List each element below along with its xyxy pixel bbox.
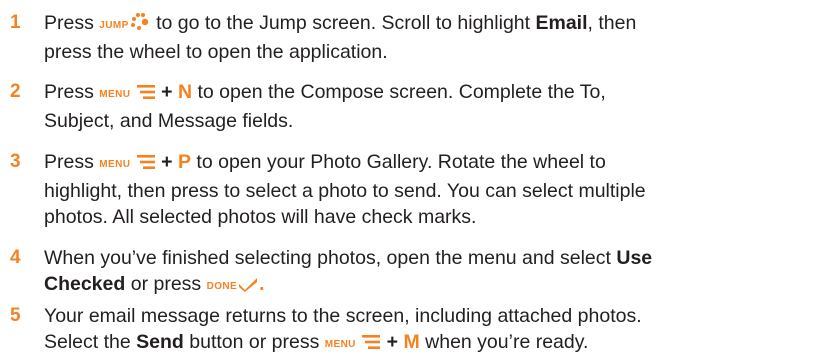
bold-text: Use (616, 247, 653, 269)
step-number: 1 (10, 12, 21, 33)
key-label: JUMP (99, 20, 129, 31)
key-letter: N (177, 81, 193, 103)
step-text: Press JUMP to go to the Jump screen. Scr… (44, 10, 809, 65)
text: press the wheel to open the application. (44, 41, 388, 63)
text: Press (44, 12, 94, 34)
text: button or press (189, 331, 320, 353)
text: , then (587, 12, 637, 34)
text: when you’re ready. (425, 331, 589, 353)
text: . (259, 273, 265, 295)
text: When you’ve finished selecting photos, o… (44, 247, 611, 269)
bold-text: Email (535, 12, 588, 34)
key-letter: P (177, 151, 191, 173)
step-text: Your email message returns to the screen… (44, 303, 809, 358)
key-letter: M (403, 331, 420, 353)
text: Your email message returns to the screen… (44, 305, 642, 327)
step-number: 3 (10, 151, 21, 172)
plus-sign: + (386, 331, 399, 353)
instruction-steps: 1 Press JUMP to go to the Jump screen. S… (0, 0, 813, 359)
step-number: 5 (10, 305, 21, 326)
jump-icon (129, 11, 151, 38)
text: Press (44, 81, 94, 103)
text: Subject, and Message fields. (44, 110, 294, 132)
menu-icon (136, 81, 156, 107)
step-text: Press MENU + N to open the Compose scree… (44, 79, 809, 134)
menu-icon (136, 151, 156, 177)
step-number: 4 (10, 247, 21, 268)
step-text: Press MENU + P to open your Photo Galler… (44, 149, 809, 230)
text: or press (130, 273, 202, 295)
text: to open your Photo Gallery. Rotate the w… (196, 151, 606, 173)
text: to go to the Jump screen. Scroll to high… (156, 12, 531, 34)
text: Select the (44, 331, 131, 353)
plus-sign: + (161, 81, 173, 103)
text: to open the Compose screen. Complete the… (197, 81, 606, 103)
plus-sign: + (161, 151, 173, 173)
step-text: When you’ve finished selecting photos, o… (44, 245, 809, 300)
key-label: MENU (324, 339, 356, 350)
menu-icon (361, 331, 381, 357)
bold-text: Send (136, 331, 184, 353)
key-label: MENU (99, 89, 131, 100)
step-number: 2 (10, 81, 21, 102)
text: photos. All selected photos will have ch… (44, 206, 477, 228)
checkmark-icon (237, 273, 259, 299)
key-label: MENU (99, 159, 131, 170)
key-label: DONE (206, 281, 238, 292)
bold-text: Checked (44, 273, 126, 295)
text: Press (44, 151, 94, 173)
text: highlight, then press to select a photo … (44, 180, 646, 202)
